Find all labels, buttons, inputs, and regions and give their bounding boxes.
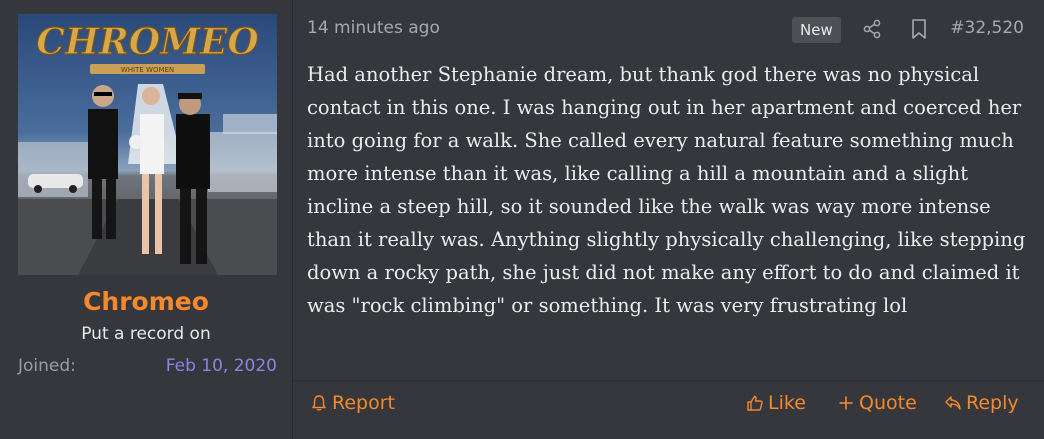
bookmark-icon[interactable] (910, 18, 928, 40)
report-button[interactable]: Report (310, 392, 395, 414)
reply-button[interactable]: Reply (944, 392, 1019, 414)
like-button[interactable]: Like (746, 392, 806, 414)
bell-icon (312, 395, 326, 411)
plus-icon (839, 396, 853, 410)
post-time[interactable]: 14 minutes ago (307, 18, 440, 38)
joined-date: Feb 10, 2020 (165, 356, 277, 376)
quote-button[interactable]: Quote (837, 392, 917, 414)
reply-label: Reply (966, 392, 1019, 414)
reply-icon (945, 396, 961, 410)
username[interactable]: Chromeo (0, 287, 292, 316)
post-main: 14 minutes ago New #32,520 Had another S… (293, 0, 1044, 439)
like-label: Like (768, 392, 806, 414)
user-panel: CHROMEO WHITE WOMEN Chromeo Put a record… (0, 0, 293, 439)
album-subtitle: WHITE WOMEN (121, 66, 174, 74)
quote-label: Quote (859, 392, 917, 414)
new-badge: New (792, 17, 841, 43)
report-label: Report (332, 392, 395, 414)
avatar[interactable]: CHROMEO WHITE WOMEN (18, 14, 277, 275)
joined-label: Joined: (18, 356, 76, 376)
user-title: Put a record on (81, 324, 211, 344)
share-icon[interactable] (862, 19, 882, 39)
thumbs-up-icon (747, 395, 763, 411)
album-cover-art: CHROMEO WHITE WOMEN (18, 20, 277, 275)
forum-post: CHROMEO WHITE WOMEN Chromeo Put a record… (0, 0, 1044, 439)
footer-divider (293, 380, 1044, 381)
post-message: Had another Stephanie dream, but thank g… (307, 63, 1026, 317)
post-number[interactable]: #32,520 (950, 18, 1024, 38)
album-logo: CHROMEO (36, 21, 259, 63)
